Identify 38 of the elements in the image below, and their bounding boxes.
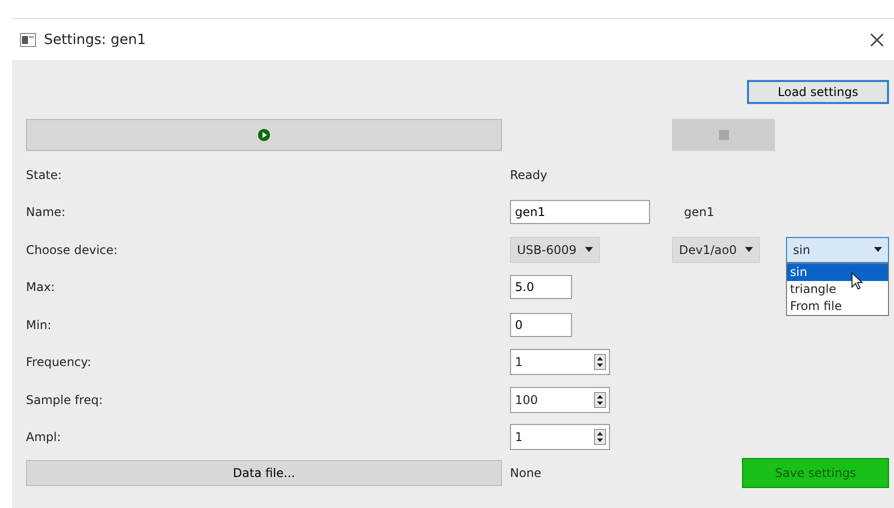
spin-box[interactable]: 100 [510,386,610,413]
window-title: Settings: gen1 [44,32,147,48]
dropdown-option[interactable]: triangle [787,280,888,298]
data-file-button[interactable]: Data file... [26,460,502,486]
close-icon[interactable] [870,32,884,46]
field-label: Ampl: [26,430,62,444]
spin-box[interactable]: 1 [510,424,610,450]
spin-arrows-icon[interactable] [594,429,606,446]
dropdown[interactable]: USB-6009 [510,236,600,263]
field-label: State: [26,168,63,182]
data-file-value: None [510,466,542,480]
window-icon [20,32,36,46]
input-field[interactable]: gen1 [510,200,650,224]
name-echo: gen1 [684,205,714,220]
spin-box[interactable]: 1 [510,349,610,376]
field-label: Frequency: [26,355,92,370]
state-value: Ready [510,168,548,182]
field-label: Max: [26,280,56,294]
caret-icon [584,247,593,252]
spin-arrows-icon[interactable] [594,392,606,408]
input-field[interactable]: 5.0 [510,275,572,300]
dropdown-option[interactable]: From file [787,298,888,315]
start-button[interactable] [26,119,502,151]
field-label: Name: [26,205,66,220]
spin-arrows-icon[interactable] [594,354,606,370]
dropdown[interactable]: Dev1/ao0 [672,236,760,263]
field-label: Choose device: [26,242,119,257]
field-label: Sample freq: [26,392,104,407]
field-label: Min: [26,318,52,332]
pointer-icon [851,272,863,290]
dropdown[interactable]: sin [786,236,889,263]
dropdown-option[interactable]: sin [787,264,888,281]
play-icon [257,128,271,142]
load-settings-button[interactable]: Load settings [747,80,889,104]
stop-icon [718,130,728,140]
input-field[interactable]: 0 [510,312,572,337]
caret-icon [744,247,753,252]
caret-icon [874,247,882,252]
